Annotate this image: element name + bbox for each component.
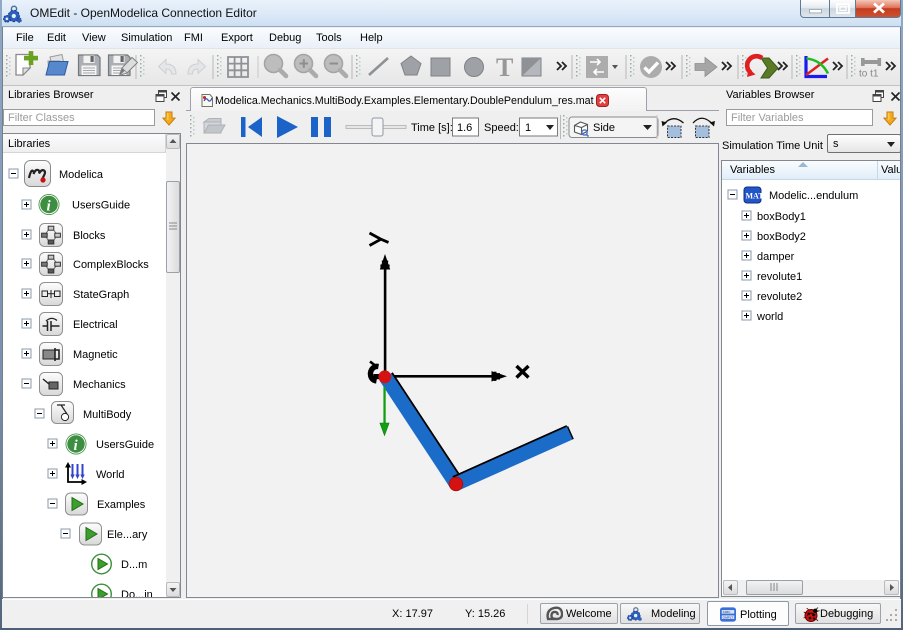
svg-text:Ele...ary: Ele...ary (107, 529, 148, 541)
svg-text:Blocks: Blocks (73, 230, 106, 242)
svg-text:Electrical: Electrical (73, 319, 118, 331)
svg-text:MultiBody: MultiBody (83, 409, 132, 421)
svg-text:Examples: Examples (97, 499, 146, 511)
svg-text:world: world (756, 311, 783, 323)
svg-text:to t1: to t1 (859, 69, 879, 80)
svg-text:boxBody2: boxBody2 (757, 231, 806, 243)
svg-text:UsersGuide: UsersGuide (72, 200, 130, 212)
svg-text:Time [s]:: Time [s]: (411, 122, 453, 134)
svg-text:MAT: MAT (746, 192, 765, 201)
svg-text:World: World (96, 469, 125, 481)
svg-text:Modelica: Modelica (59, 169, 104, 181)
svg-text:revolute2: revolute2 (757, 291, 802, 303)
svg-text:ComplexBlocks: ComplexBlocks (73, 259, 149, 271)
svg-text:1.6: 1.6 (457, 122, 472, 134)
svg-text:boxBody1: boxBody1 (757, 211, 806, 223)
svg-text:Modelic...endulum: Modelic...endulum (769, 190, 858, 202)
svg-text:OMPLT: OMPLT (723, 616, 734, 620)
svg-text:SIMU: SIMU (723, 610, 731, 614)
svg-text:Mechanics: Mechanics (73, 379, 126, 391)
svg-text:Do...in: Do...in (121, 589, 153, 597)
svg-text:Side: Side (593, 122, 615, 134)
svg-text:T: T (496, 53, 513, 82)
svg-text:damper: damper (757, 251, 795, 263)
svg-text:UsersGuide: UsersGuide (96, 439, 154, 451)
svg-text:Speed:: Speed: (484, 122, 519, 134)
svg-text:D...m: D...m (121, 559, 147, 571)
svg-text:1: 1 (525, 122, 531, 134)
svg-text:revolute1: revolute1 (757, 271, 802, 283)
svg-text:StateGraph: StateGraph (73, 289, 129, 301)
svg-text:Magnetic: Magnetic (73, 349, 118, 361)
